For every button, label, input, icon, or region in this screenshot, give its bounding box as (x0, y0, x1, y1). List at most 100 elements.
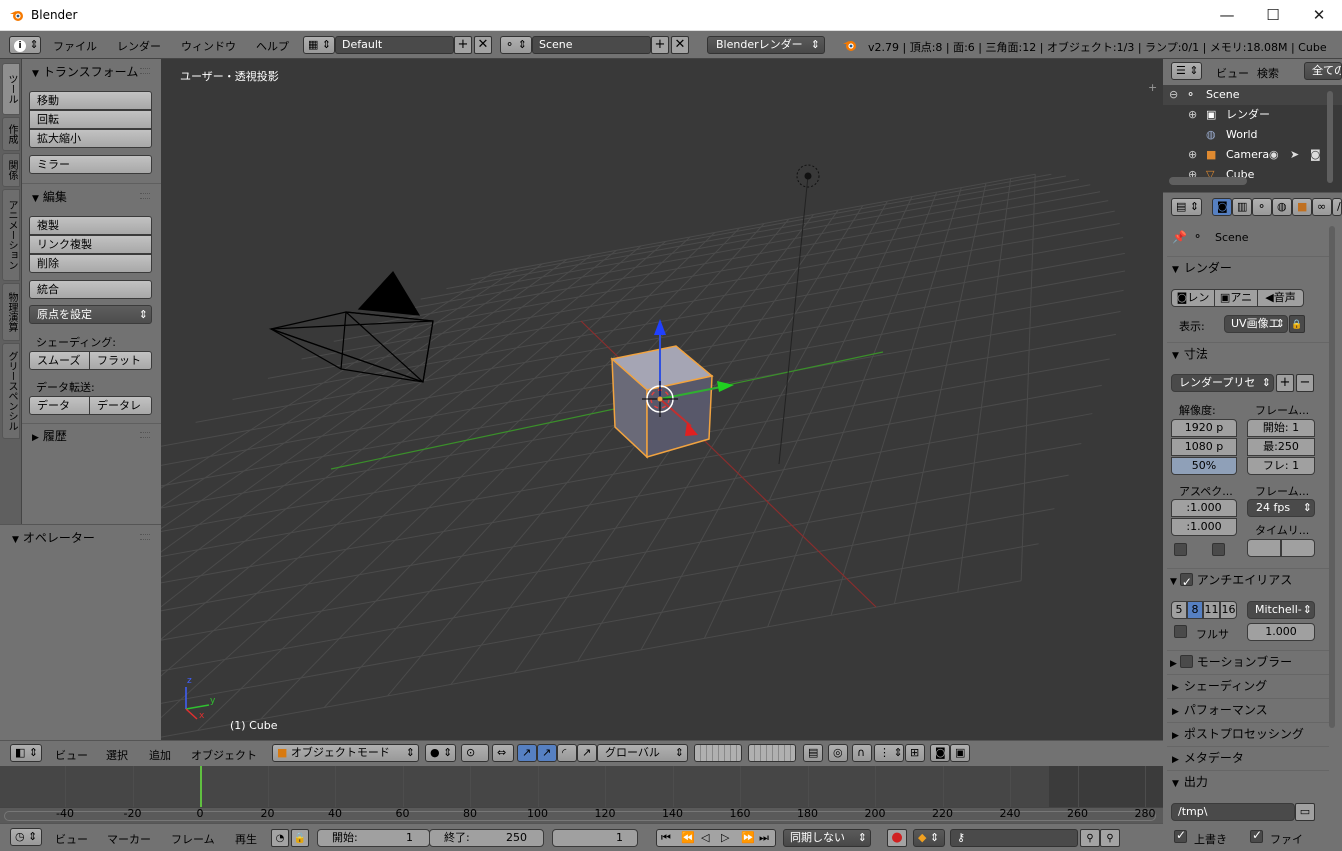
timeline-menu-frame[interactable]: フレーム (171, 831, 215, 847)
lock-range-button[interactable]: 🔒 (291, 829, 309, 847)
antialiasing-checkbox[interactable] (1179, 571, 1193, 593)
browse-folder-button[interactable]: ▭ (1295, 803, 1315, 821)
rotate-button[interactable]: 回転 (29, 110, 152, 129)
file-extensions-checkbox[interactable] (1250, 828, 1263, 843)
panel-transform-header[interactable]: ▼ トランスフォーム (32, 63, 138, 80)
play-reverse-icon[interactable]: ◁ (701, 830, 709, 846)
outliner-editor-type-button[interactable]: ☰ ⇕ (1171, 62, 1202, 80)
add-preset-button[interactable]: + (1276, 374, 1294, 392)
jump-keyframe-forward-icon[interactable]: ⏩ (741, 830, 755, 846)
close-button[interactable]: ✕ (1296, 0, 1342, 31)
layout-selector-button[interactable]: ▦ ⇕ (303, 36, 335, 54)
outliner-row-render-layers[interactable]: ⊕ ▣ レンダー (1163, 105, 1342, 125)
modifiers-context-tab[interactable]: / (1332, 198, 1342, 216)
timeline-scrollbar[interactable] (4, 811, 1156, 821)
motion-blur-section-header[interactable]: ▶ モーションブラー (1167, 650, 1329, 672)
transform-orientation-dropdown[interactable]: グローバル ⇕ (597, 744, 688, 762)
shading-section-header[interactable]: ▶ シェーディング (1167, 674, 1329, 696)
sync-mode-dropdown[interactable]: 同期しない ⇕ (783, 829, 871, 847)
motion-blur-checkbox[interactable] (1179, 655, 1193, 668)
frame-rate-dropdown[interactable]: 24 fps ⇕ (1247, 499, 1315, 517)
snap-toggle-button[interactable]: ∩ (852, 744, 872, 762)
postprocessing-section-header[interactable]: ▶ ポストプロセッシング (1167, 722, 1329, 744)
panel-grip-icon[interactable] (140, 432, 150, 438)
panel-operator-header[interactable]: ▼ オペレーター (12, 529, 95, 546)
render-layers-context-tab[interactable]: ▥ (1232, 198, 1252, 216)
view3d-menu-select[interactable]: 選択 (106, 747, 128, 763)
output-section-header[interactable]: ▼ 出力 (1167, 770, 1329, 792)
frame-step-field[interactable]: フレ: 1 (1247, 457, 1315, 475)
properties-scrollbar[interactable] (1329, 226, 1335, 728)
expand-icon[interactable]: ⊕ (1188, 105, 1197, 125)
metadata-section-header[interactable]: ▶ メタデータ (1167, 746, 1329, 768)
aa-samples-8[interactable]: 8 (1187, 601, 1203, 619)
info-editor-type-button[interactable]: i ⇕ (9, 36, 41, 54)
translate-mode-button[interactable]: ↗ (537, 744, 557, 762)
aa-filter-dropdown[interactable]: Mitchell- ⇕ (1247, 601, 1315, 619)
frame-end-field[interactable]: 最:250 (1247, 438, 1315, 456)
tab-tools[interactable]: ツール (2, 63, 20, 115)
data-transfer-button[interactable]: データ (29, 396, 90, 415)
render-engine-dropdown[interactable]: Blenderレンダー ⇕ (707, 36, 825, 54)
aspect-x-field[interactable]: :1.000 (1171, 499, 1237, 517)
resolution-x-field[interactable]: 1920 p (1171, 419, 1237, 437)
display-mode-dropdown[interactable]: UV画像エ ⇕ (1224, 315, 1288, 333)
render-presets-dropdown[interactable]: レンダープリセ ⇕ (1171, 374, 1274, 392)
shade-smooth-button[interactable]: スムーズ (29, 351, 90, 370)
shade-flat-button[interactable]: フラット (89, 351, 152, 370)
interaction-mode-dropdown[interactable]: ■ オブジェクトモード ⇕ (272, 744, 419, 762)
aa-samples-5[interactable]: 5 (1171, 601, 1187, 619)
delete-scene-button[interactable]: ✕ (671, 36, 689, 54)
world-context-tab[interactable]: ◍ (1272, 198, 1292, 216)
render-image-button[interactable]: ◙ (930, 744, 950, 762)
delete-keyframe-button[interactable]: ⚲ (1100, 829, 1120, 847)
panel-grip-icon[interactable] (140, 68, 150, 74)
maximize-button[interactable]: ☐ (1250, 0, 1296, 31)
timeline-ruler[interactable] (0, 807, 1163, 823)
duplicate-linked-button[interactable]: リンク複製 (29, 235, 152, 254)
outliner-menu-search[interactable]: 検索 (1257, 65, 1279, 81)
add-scene-button[interactable]: + (651, 36, 669, 54)
render-section-header[interactable]: ▼ レンダー (1167, 256, 1329, 278)
remove-preset-button[interactable]: − (1296, 374, 1314, 392)
data-layout-button[interactable]: データレ (89, 396, 152, 415)
resolution-y-field[interactable]: 1080 p (1171, 438, 1237, 456)
timeline-menu-marker[interactable]: マーカー (107, 831, 151, 847)
performance-section-header[interactable]: ▶ パフォーマンス (1167, 698, 1329, 720)
aa-samples-16[interactable]: 16 (1220, 601, 1237, 619)
border-checkbox[interactable] (1174, 543, 1187, 556)
panel-edit-header[interactable]: ▼ 編集 (32, 188, 67, 205)
object-context-tab[interactable]: ■ (1292, 198, 1312, 216)
selectability-cursor-icon[interactable]: ➤ (1290, 145, 1299, 165)
set-origin-dropdown[interactable]: 原点を設定 ⇕ (29, 305, 152, 324)
duplicate-button[interactable]: 複製 (29, 216, 152, 235)
lock-interface-button[interactable]: 🔒 (1289, 315, 1305, 333)
proportional-edit-button[interactable]: ◎ (828, 744, 848, 762)
insert-keyframe-button[interactable]: ⚲ (1080, 829, 1100, 847)
delete-layout-button[interactable]: ✕ (474, 36, 492, 54)
panel-grip-icon[interactable] (140, 193, 150, 199)
outliner-row-world[interactable]: ◍ World (1163, 125, 1342, 145)
join-button[interactable]: 統合 (29, 280, 152, 299)
panel-history-header[interactable]: ▶ 履歴 (32, 427, 67, 444)
scene-context-tab[interactable]: ⚬ (1252, 198, 1272, 216)
preview-range-button[interactable]: ◔ (271, 829, 289, 847)
manipulator-toggle-button[interactable]: ⇔ (492, 744, 514, 762)
3d-viewport[interactable]: z y x ユーザー・透視投影 (1) Cube + (161, 59, 1163, 740)
outliner-menu-view[interactable]: ビュー (1216, 65, 1249, 81)
jump-start-icon[interactable]: ⏮ (661, 830, 671, 846)
rotate-manipulator-button[interactable]: ◜ (557, 744, 577, 762)
snap-target-button[interactable]: ⊞ (905, 744, 925, 762)
filter-size-field[interactable]: 1.000 (1247, 623, 1315, 641)
translate-manipulator-button[interactable]: ↗ (517, 744, 537, 762)
timeline-editor[interactable]: -40 -20 0 20 40 60 80 100 120 140 160 180 200 220 240 2… (0, 766, 1163, 823)
keying-set-dropdown[interactable]: ◆ ⇕ (913, 829, 945, 847)
timeline-menu-view[interactable]: ビュー (55, 831, 88, 847)
constraints-context-tab[interactable]: ∞ (1312, 198, 1332, 216)
view3d-menu-add[interactable]: 追加 (149, 747, 171, 763)
aspect-y-field[interactable]: :1.000 (1171, 518, 1237, 536)
pivot-point-dropdown[interactable]: ⊙ (461, 744, 489, 762)
antialiasing-section-header[interactable]: ▼ アンチエイリアス (1167, 568, 1329, 593)
outliner-scrollbar-v[interactable] (1327, 91, 1333, 183)
render-context-tab[interactable]: ◙ (1212, 198, 1232, 216)
